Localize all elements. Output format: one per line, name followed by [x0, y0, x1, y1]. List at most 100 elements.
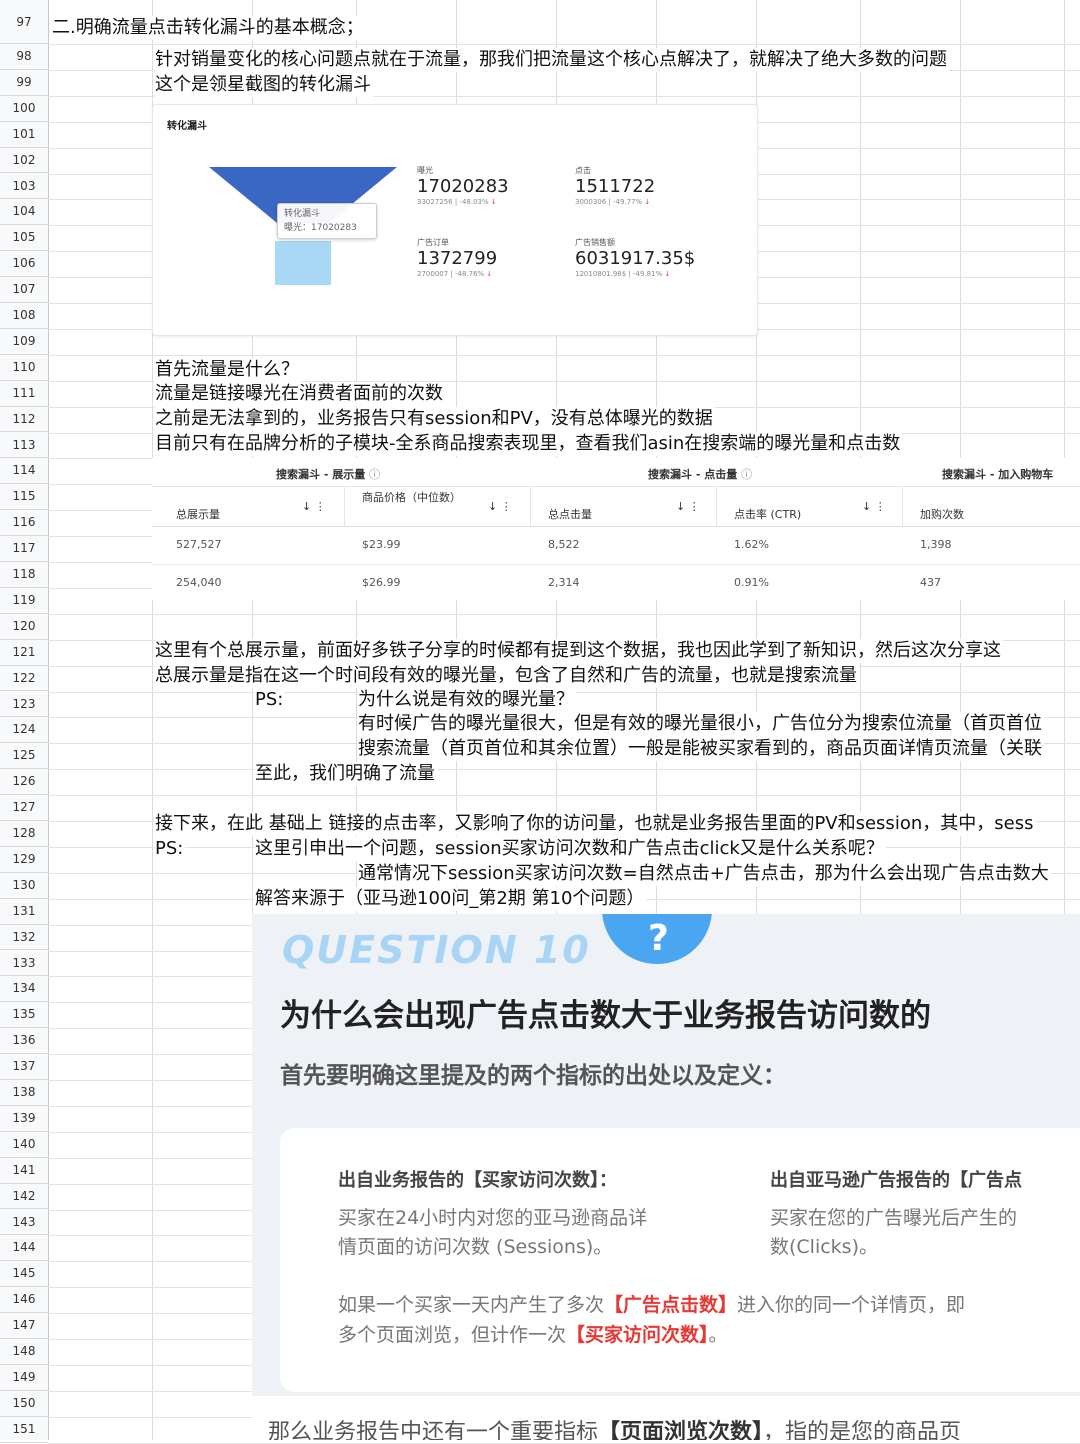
cell-r130[interactable]: 通常情况下session买家访问次数=自然点击+广告点击，那为什么会出现广告点击…	[358, 862, 1051, 886]
row-number[interactable]: 134	[0, 976, 48, 1003]
row-number[interactable]: 137	[0, 1054, 48, 1080]
row-number[interactable]: 149	[0, 1365, 48, 1391]
row-number[interactable]: 111	[0, 381, 48, 407]
row-number[interactable]: 148	[0, 1339, 48, 1365]
cell-r125[interactable]: 搜索流量（首页首位和其余位置）一般是能被买家看到的，商品页面详情页流量（关联	[358, 737, 1044, 761]
row-number[interactable]: 126	[0, 769, 48, 796]
row-number[interactable]: 138	[0, 1080, 48, 1106]
row-number[interactable]: 120	[0, 614, 48, 640]
row-number[interactable]: 122	[0, 666, 48, 692]
tooltip-value: 曝光：17020283	[284, 223, 357, 233]
header-total-clicks[interactable]: 总点击量	[548, 506, 592, 522]
row-number[interactable]: 110	[0, 355, 48, 381]
question-badge: QUESTION 10	[282, 928, 591, 972]
cell-r112[interactable]: 之前是无法拿到的，业务报告只有session和PV，没有总体曝光的数据	[155, 407, 715, 431]
row-number[interactable]: 132	[0, 925, 48, 951]
row-number[interactable]: 101	[0, 122, 48, 148]
sort-icon[interactable]: ↓ ⋮	[488, 500, 512, 513]
row-number[interactable]: 121	[0, 640, 48, 666]
row-number[interactable]: 133	[0, 951, 48, 977]
cell-r129-ps[interactable]: PS:	[155, 837, 186, 861]
cell-r124[interactable]: 有时候广告的曝光量很大，但是有效的曝光量很小，广告位分为搜索位流量（首页首位	[358, 712, 1044, 736]
row-number[interactable]: 131	[0, 899, 48, 925]
row-number[interactable]: 147	[0, 1313, 48, 1339]
question-mark-icon: ?	[648, 918, 669, 959]
header-median-price[interactable]: 商品价格（中位数）	[362, 490, 472, 505]
cell-r126[interactable]: 至此，我们明确了流量	[255, 762, 437, 786]
metric-ad-sales: 广告销售额 6031917.35$ 12010801.98$ | -49.81%…	[575, 238, 696, 278]
row-number[interactable]: 140	[0, 1132, 48, 1158]
cell-r123[interactable]: 为什么说是有效的曝光量？	[358, 688, 576, 712]
cell-r113[interactable]: 目前只有在品牌分析的子模块-全系商品搜索表现里，查看我们asin在搜索端的曝光量…	[155, 432, 903, 456]
cell-r110[interactable]: 首先流量是什么？	[155, 358, 301, 382]
row-number[interactable]: 116	[0, 510, 48, 537]
row-number[interactable]: 136	[0, 1028, 48, 1055]
header-total-impressions[interactable]: 总展示量	[176, 506, 220, 522]
sort-icon[interactable]: ↓ ⋮	[302, 500, 326, 513]
row-number[interactable]: 127	[0, 795, 48, 821]
row-number[interactable]: 113	[0, 433, 48, 459]
row-number[interactable]: 105	[0, 225, 48, 252]
cell-r128[interactable]: 接下来，在此 基础上 链接的点击率，又影响了你的访问量，也就是业务报告里面的PV…	[155, 812, 1036, 836]
cell-r111[interactable]: 流量是链接曝光在消费者面前的次数	[155, 382, 445, 406]
row-line	[48, 44, 1080, 45]
row-number[interactable]: 135	[0, 1002, 48, 1029]
row-number[interactable]: 100	[0, 96, 48, 122]
definition-card: 出自业务报告的【买家访问次数】： 买家在24小时内对您的亚马逊商品详 情页面的访…	[280, 1128, 1080, 1392]
cell-r129[interactable]: 这里引申出一个问题，session买家访问次数和广告点击click又是什么关系呢…	[255, 837, 886, 861]
row-number[interactable]: 112	[0, 407, 48, 433]
row-number[interactable]: 103	[0, 174, 48, 200]
sort-icon[interactable]: ↓ ⋮	[676, 500, 700, 513]
row-number[interactable]: 143	[0, 1210, 48, 1236]
row-number[interactable]: 99	[0, 70, 48, 96]
row-number[interactable]: 108	[0, 303, 48, 329]
table-row: 527,527 $23.99 8,522 1.62% 1,398	[152, 526, 1080, 565]
cell-r131[interactable]: 解答来源于（亚马逊100问_第2期 第10个问题）	[255, 887, 647, 911]
row-number[interactable]: 150	[0, 1391, 48, 1417]
left-body: 买家在24小时内对您的亚马逊商品详 情页面的访问次数 (Sessions)。	[338, 1207, 648, 1258]
row-number[interactable]: 107	[0, 277, 48, 303]
row-number[interactable]: 119	[0, 588, 48, 614]
cell-r122[interactable]: 总展示量是指在这一个时间段有效的曝光量，包含了自然和广告的流量，也就是搜索流量	[155, 664, 859, 688]
question10-continuation: 那么业务报告中还有一个重要指标【页面浏览次数】，指的是您的商品页	[252, 1396, 1080, 1440]
cell-r123-ps[interactable]: PS:	[255, 688, 286, 712]
row-number[interactable]: 109	[0, 329, 48, 355]
row-number[interactable]: 117	[0, 536, 48, 562]
table-row: 254,040 $26.99 2,314 0.91% 437	[176, 576, 941, 589]
explanation-paragraph: 如果一个买家一天内产生了多次【广告点击数】进入你的同一个详情页，即 多个页面浏览…	[338, 1294, 966, 1346]
cell-r98[interactable]: 针对销量变化的核心问题点就在于流量，那我们把流量这个核心点解决了，就解决了绝大多…	[155, 48, 949, 72]
row-number[interactable]: 139	[0, 1106, 48, 1132]
row-number[interactable]: 128	[0, 821, 48, 847]
table-column-header: 总展示量 ↓ ⋮ 商品价格（中位数） ↓ ⋮ 总点击量 ↓ ⋮ 点击率 (CTR…	[152, 486, 1080, 527]
row-number[interactable]: 129	[0, 847, 48, 873]
metric-clicks: 点击 1511722 3000306 | -49.77% ↓	[575, 166, 656, 206]
row-number[interactable]: 118	[0, 562, 48, 588]
row-number[interactable]: 125	[0, 743, 48, 770]
cell-r121[interactable]: 这里有个总展示量，前面好多铁子分享的时候都有提到这个数据，我也因此学到了新知识，…	[155, 639, 1003, 663]
tooltip-title: 转化漏斗	[284, 209, 321, 219]
row-number[interactable]: 106	[0, 251, 48, 278]
funnel-tooltip: 转化漏斗 曝光：17020283	[277, 203, 377, 239]
row-number[interactable]: 146	[0, 1287, 48, 1314]
row-number[interactable]: 115	[0, 484, 48, 511]
row-number[interactable]: 104	[0, 199, 48, 226]
header-add-to-cart[interactable]: 加购次数	[920, 506, 964, 522]
row-number[interactable]: 124	[0, 717, 48, 744]
row-number[interactable]: 151	[0, 1417, 48, 1443]
row-number[interactable]: 98	[0, 44, 48, 70]
sort-icon[interactable]: ↓ ⋮	[862, 500, 886, 513]
row-number[interactable]: 141	[0, 1158, 48, 1184]
question-title: 为什么会出现广告点击数大于业务报告访问数的	[280, 998, 931, 1034]
row-header-column: 97 98 99 100 101 102 103 104 105 106 107 108 109 110 1…	[0, 0, 49, 1443]
row-number[interactable]: 145	[0, 1261, 48, 1288]
row-number[interactable]: 97	[0, 0, 48, 44]
row-number[interactable]: 144	[0, 1235, 48, 1262]
cell-r99[interactable]: 这个是领星截图的转化漏斗	[155, 73, 373, 97]
row-number[interactable]: 102	[0, 148, 48, 174]
row-number[interactable]: 123	[0, 692, 48, 718]
cell-r97[interactable]: 二.明确流量点击转化漏斗的基本概念；	[52, 16, 366, 40]
row-number[interactable]: 142	[0, 1184, 48, 1210]
row-number[interactable]: 130	[0, 873, 48, 899]
header-ctr[interactable]: 点击率 (CTR)	[734, 506, 801, 522]
row-number[interactable]: 114	[0, 458, 48, 485]
